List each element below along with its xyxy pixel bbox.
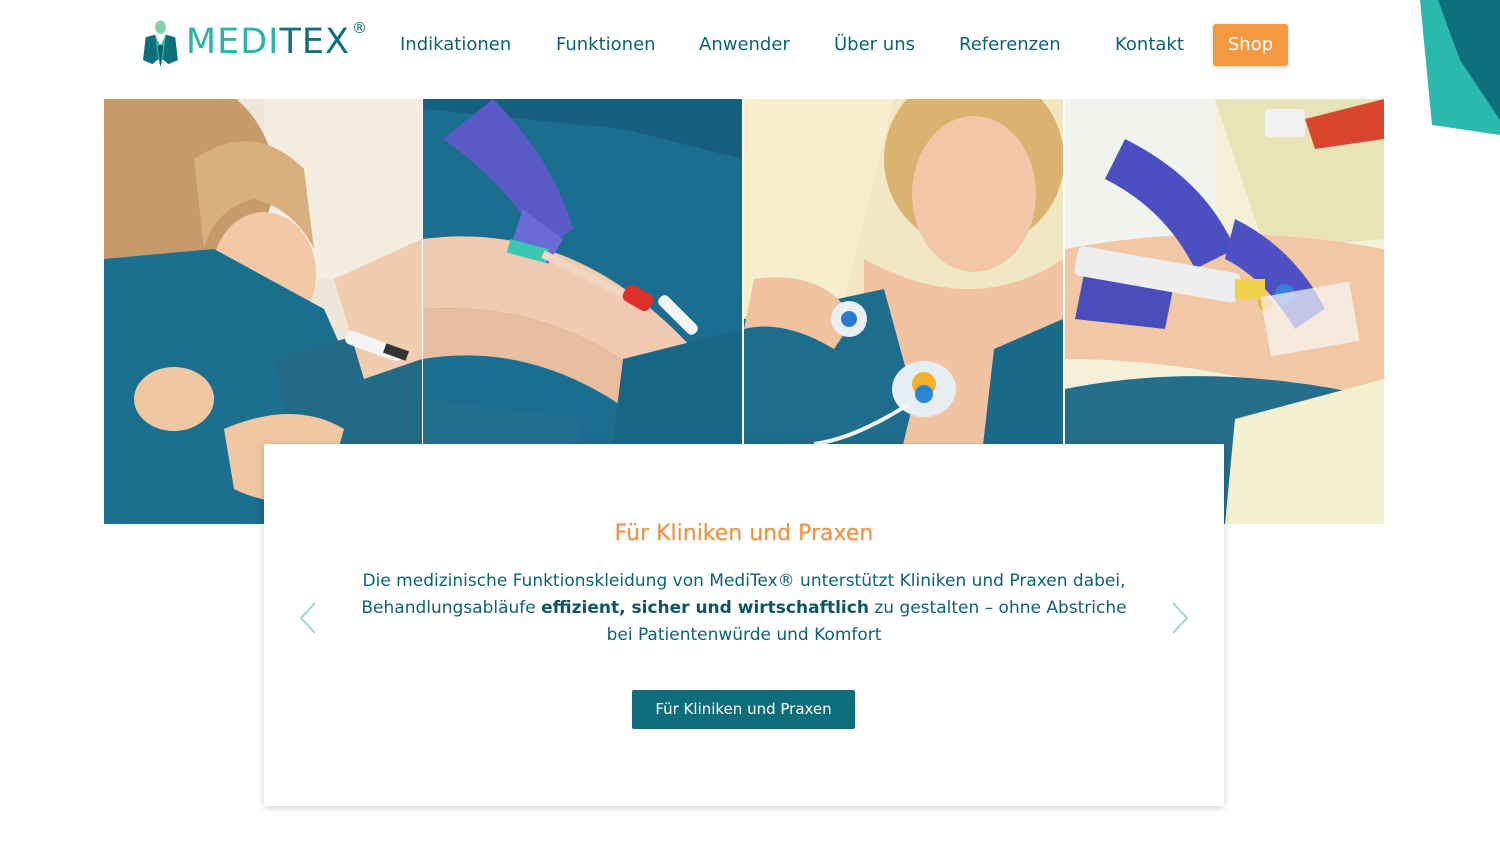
nav-item-ueber-uns[interactable]: Über uns (834, 24, 915, 66)
shop-button[interactable]: Shop (1213, 24, 1288, 66)
chevron-left-icon[interactable] (297, 601, 319, 635)
brand-logo[interactable]: MEDITEX ® (143, 8, 368, 80)
nav-item-funktionen[interactable]: Funktionen (556, 24, 656, 66)
slide-text-bold: effizient, sicher und wirtschaftlich (541, 598, 869, 618)
cta-button[interactable]: Für Kliniken und Praxen (632, 690, 855, 729)
nav-item-anwender[interactable]: Anwender (699, 24, 790, 66)
logo-figure-icon (143, 20, 178, 67)
nav-item-kontakt[interactable]: Kontakt (1115, 24, 1184, 66)
slide-title: Für Kliniken und Praxen (614, 521, 874, 546)
decorative-corner-shape (1420, 0, 1500, 135)
nav-item-indikationen[interactable]: Indikationen (400, 24, 511, 66)
brand-wordmark: MEDITEX ® (185, 18, 368, 62)
nav-item-referenzen[interactable]: Referenzen (959, 24, 1061, 66)
slide-description: Die medizinische Funktionskleidung von M… (346, 568, 1142, 649)
chevron-right-icon[interactable] (1169, 601, 1191, 635)
slider-card: Für Kliniken und Praxen Die medizinische… (264, 444, 1224, 806)
